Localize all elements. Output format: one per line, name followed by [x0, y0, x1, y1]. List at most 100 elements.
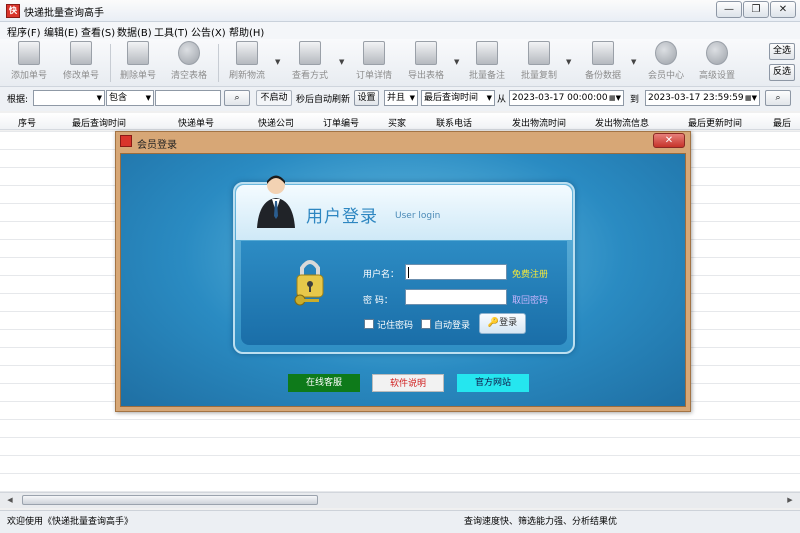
toolbar-separator	[110, 44, 111, 82]
minimize-button[interactable]: —	[716, 1, 742, 18]
edit-number-button[interactable]: 修改单号	[60, 41, 102, 85]
order-icon	[363, 41, 385, 65]
column-header[interactable]: 快递公司	[258, 116, 294, 129]
note-icon	[476, 41, 498, 65]
backup-icon	[592, 41, 614, 65]
column-header[interactable]: 最后更新时间	[688, 116, 742, 129]
basis-label: 根据:	[7, 95, 29, 105]
delete-icon	[127, 41, 149, 65]
maximize-button[interactable]: ❐	[743, 1, 769, 18]
column-header[interactable]: 最后查询时间	[72, 116, 126, 129]
column-header[interactable]: 最后	[773, 116, 791, 129]
column-header[interactable]: 买家	[388, 116, 406, 129]
clear-table-button[interactable]: 清空表格	[168, 41, 210, 85]
chevron-down-icon[interactable]: ▼	[339, 58, 344, 66]
logic-select[interactable]: 并且 ▼	[384, 90, 418, 106]
from-date-picker[interactable]: 2023-03-17 00:00:00 ▦▼	[509, 90, 624, 106]
calendar-icon: ▦▼	[609, 94, 621, 102]
recover-password-link[interactable]: 取回密码	[512, 293, 548, 306]
auto-login-checkbox[interactable]	[421, 319, 431, 329]
title-bar	[0, 0, 800, 22]
menu-program[interactable]: 程序(F)	[7, 24, 41, 39]
username-input[interactable]	[405, 264, 507, 280]
select-all-button[interactable]: 全选	[769, 43, 795, 60]
search-icon: ⌕	[775, 93, 781, 103]
dialog-close-button[interactable]: ✕	[653, 133, 685, 148]
date-field-select[interactable]: 最后查询时间 ▼	[421, 90, 495, 106]
chevron-down-icon[interactable]: ▼	[275, 58, 280, 66]
scroll-right-icon[interactable]: ▶	[784, 495, 796, 506]
register-link[interactable]: 免费注册	[512, 267, 548, 280]
app-icon	[120, 135, 132, 147]
from-label: 从	[497, 95, 507, 105]
scrollbar-thumb[interactable]	[22, 495, 318, 505]
login-button[interactable]: 🔑登录	[479, 313, 526, 334]
gear-icon	[706, 41, 728, 65]
view-icon	[299, 41, 321, 65]
text-cursor	[408, 267, 409, 278]
menu-tools[interactable]: 工具(T)	[154, 24, 188, 39]
invert-selection-button[interactable]: 反选	[769, 64, 795, 81]
menu-data[interactable]: 数据(B)	[117, 24, 152, 39]
toolbar-separator	[218, 44, 219, 82]
view-mode-button[interactable]: 查看方式	[289, 41, 331, 85]
auto-login-label: 自动登录	[434, 321, 471, 331]
menu-edit[interactable]: 编辑(E)	[44, 24, 78, 39]
export-table-button[interactable]: 导出表格	[405, 41, 447, 85]
menu-notice[interactable]: 公告(X)	[191, 24, 226, 39]
batch-copy-button[interactable]: 批量复制	[518, 41, 560, 85]
software-manual-button[interactable]: 软件说明	[372, 374, 444, 392]
copy-icon	[528, 41, 550, 65]
window-title: 快递批量查询高手	[24, 8, 104, 19]
column-header[interactable]: 快递单号	[178, 116, 214, 129]
chevron-down-icon: ▼	[96, 94, 102, 102]
password-input[interactable]	[405, 289, 507, 305]
status-slogan: 查询速度快、筛选能力强、分析结果优	[464, 517, 618, 527]
auto-refresh-label: 秒后自动刷新	[296, 95, 351, 105]
password-label: 密 码：	[363, 296, 393, 306]
backup-data-button[interactable]: 备份数据	[582, 41, 624, 85]
column-header[interactable]: 序号	[18, 116, 36, 129]
app-icon: 快	[6, 4, 20, 18]
delete-number-button[interactable]: 删除单号	[117, 41, 159, 85]
order-detail-button[interactable]: 订单详情	[353, 41, 395, 85]
menu-help[interactable]: 帮助(H)	[229, 24, 264, 39]
dialog-title: 会员登录	[137, 140, 177, 151]
add-number-button[interactable]: 添加单号	[8, 41, 50, 85]
online-support-button[interactable]: 在线客服	[288, 374, 360, 392]
user-avatar-icon	[257, 175, 295, 228]
column-header[interactable]: 发出物流时间	[512, 116, 566, 129]
lock-icon	[294, 260, 324, 306]
scroll-left-icon[interactable]: ◀	[4, 495, 16, 506]
to-date-picker[interactable]: 2023-03-17 23:59:59 ▦▼	[645, 90, 760, 106]
chevron-down-icon: ▼	[409, 94, 415, 102]
close-button[interactable]: ✕	[770, 1, 796, 18]
column-header[interactable]: 联系电话	[436, 116, 472, 129]
clock-icon	[655, 41, 677, 65]
query-button[interactable]: ⌕	[765, 90, 791, 106]
column-header[interactable]: 发出物流信息	[595, 116, 649, 129]
menu-view[interactable]: 查看(S)	[81, 24, 115, 39]
key-icon: 🔑	[487, 318, 500, 328]
not-started-button[interactable]: 不启动	[256, 90, 292, 106]
chevron-down-icon[interactable]: ▼	[631, 58, 636, 66]
clear-icon	[178, 41, 200, 65]
refresh-icon	[236, 41, 258, 65]
basis-select[interactable]: ▼	[33, 90, 105, 106]
settings-button[interactable]: 设置	[354, 90, 379, 106]
search-button[interactable]: ⌕	[224, 90, 250, 106]
remember-password-label: 记住密码	[377, 321, 414, 331]
column-header[interactable]: 订单编号	[323, 116, 359, 129]
search-icon: ⌕	[234, 93, 240, 103]
match-select[interactable]: 包含 ▼	[106, 90, 154, 106]
dialog-title-bar: 会员登录	[118, 134, 688, 151]
official-website-button[interactable]: 官方网站	[457, 374, 529, 392]
member-center-button[interactable]: 会员中心	[645, 41, 687, 85]
search-input[interactable]	[155, 90, 221, 106]
advanced-settings-button[interactable]: 高级设置	[696, 41, 738, 85]
remember-password-checkbox[interactable]	[364, 319, 374, 329]
chevron-down-icon[interactable]: ▼	[566, 58, 571, 66]
refresh-logistics-button[interactable]: 刷新物流	[226, 41, 268, 85]
batch-note-button[interactable]: 批量备注	[466, 41, 508, 85]
chevron-down-icon[interactable]: ▼	[454, 58, 459, 66]
